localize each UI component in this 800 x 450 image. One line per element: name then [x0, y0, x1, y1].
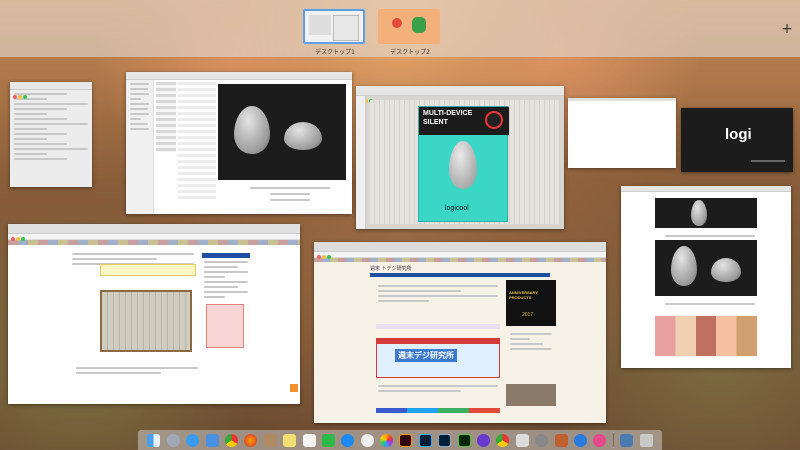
space-label-desktop-2: デスクトップ2	[390, 49, 430, 56]
section-header	[376, 324, 500, 329]
mail-icon[interactable]	[205, 433, 219, 447]
space-thumbnail-desktop-2[interactable]	[378, 9, 440, 44]
promo-ad-text: ANNIVERSARY PRODUCTS	[509, 290, 538, 300]
product-brand: logicool	[445, 205, 469, 212]
trash-icon[interactable]	[639, 433, 653, 447]
notes-icon[interactable]	[283, 433, 297, 447]
chrome-icon[interactable]	[224, 433, 238, 447]
badge-icon	[485, 111, 503, 129]
sidebar-thumbnail[interactable]	[506, 384, 556, 406]
keyboard-photo	[100, 290, 192, 352]
window-blank[interactable]	[568, 98, 676, 168]
chrome-canary-icon[interactable]	[496, 433, 510, 447]
logi-logo: logi	[725, 126, 752, 143]
photos-icon[interactable]	[380, 433, 394, 447]
firefox-icon[interactable]	[244, 433, 258, 447]
lightroom-icon[interactable]	[438, 433, 452, 447]
safari-technology-preview-icon[interactable]	[573, 433, 587, 447]
share-buttons[interactable]	[376, 408, 500, 413]
tools-icon[interactable]	[554, 433, 568, 447]
promo-ad-year: 2017	[522, 312, 534, 318]
mouse-photo	[449, 141, 477, 189]
window-finder[interactable]	[126, 72, 352, 214]
imovie-icon[interactable]	[477, 433, 491, 447]
mouse-photo	[284, 122, 322, 150]
system-preferences-icon[interactable]	[535, 433, 549, 447]
scroll-up-button[interactable]	[290, 384, 298, 392]
dock	[138, 430, 662, 450]
banner-ad[interactable]	[100, 264, 196, 276]
itunes-icon[interactable]	[360, 433, 374, 447]
app-store-icon[interactable]	[341, 433, 355, 447]
downloads-icon[interactable]	[620, 433, 634, 447]
window-browser-left[interactable]	[8, 224, 300, 404]
launchpad-icon[interactable]	[166, 433, 180, 447]
space-thumbnail-desktop-1[interactable]	[303, 9, 365, 44]
window-settings-panel[interactable]	[10, 82, 92, 187]
spaces-bar: デスクトップ1 デスクトップ2 +	[0, 0, 800, 57]
messages-icon[interactable]	[593, 433, 607, 447]
product-title-line2: SILENT	[423, 119, 448, 126]
contacts-icon[interactable]	[263, 433, 277, 447]
illustrator-icon[interactable]	[399, 433, 413, 447]
product-title-line1: MULTI-DEVICE	[423, 110, 473, 117]
sidebar-header	[202, 253, 250, 258]
promo-banner[interactable]: 週末デジ研究所	[376, 338, 500, 378]
reminders-icon[interactable]	[302, 433, 316, 447]
mouse-photo	[691, 200, 707, 226]
window-browser-right[interactable]	[621, 186, 791, 368]
promo-sidebar-ad[interactable]: ANNIVERSARY PRODUCTS 2017	[506, 280, 556, 326]
site-title[interactable]: 週末 トデジ研究所	[370, 265, 412, 272]
mouse-photo	[711, 258, 741, 282]
safari-icon[interactable]	[186, 433, 200, 447]
evernote-icon[interactable]	[321, 433, 335, 447]
pixelated-image	[655, 316, 757, 356]
window-preview-product[interactable]: MULTI-DEVICE SILENT logicool	[356, 86, 564, 229]
space-label-desktop-1: デスクトップ1	[315, 49, 355, 56]
finder-icon[interactable]	[147, 433, 161, 447]
banner-title: 週末デジ研究所	[395, 349, 457, 362]
preview-icon[interactable]	[515, 433, 529, 447]
product-box: MULTI-DEVICE SILENT logicool	[418, 106, 509, 222]
add-space-button[interactable]: +	[780, 22, 794, 36]
photoshop-icon[interactable]	[418, 433, 432, 447]
window-logi[interactable]: logi	[681, 108, 793, 172]
mouse-photo	[234, 106, 270, 154]
dreamweaver-icon[interactable]	[457, 433, 471, 447]
site-nav-bar	[370, 273, 550, 277]
window-browser-center[interactable]: 週末 トデジ研究所 週末デジ研究所 ANNIVERSARY PRODUCTS 2…	[314, 242, 606, 423]
dock-separator	[612, 433, 614, 447]
mouse-photo	[671, 246, 697, 286]
ad-thumbnail[interactable]	[206, 304, 244, 348]
